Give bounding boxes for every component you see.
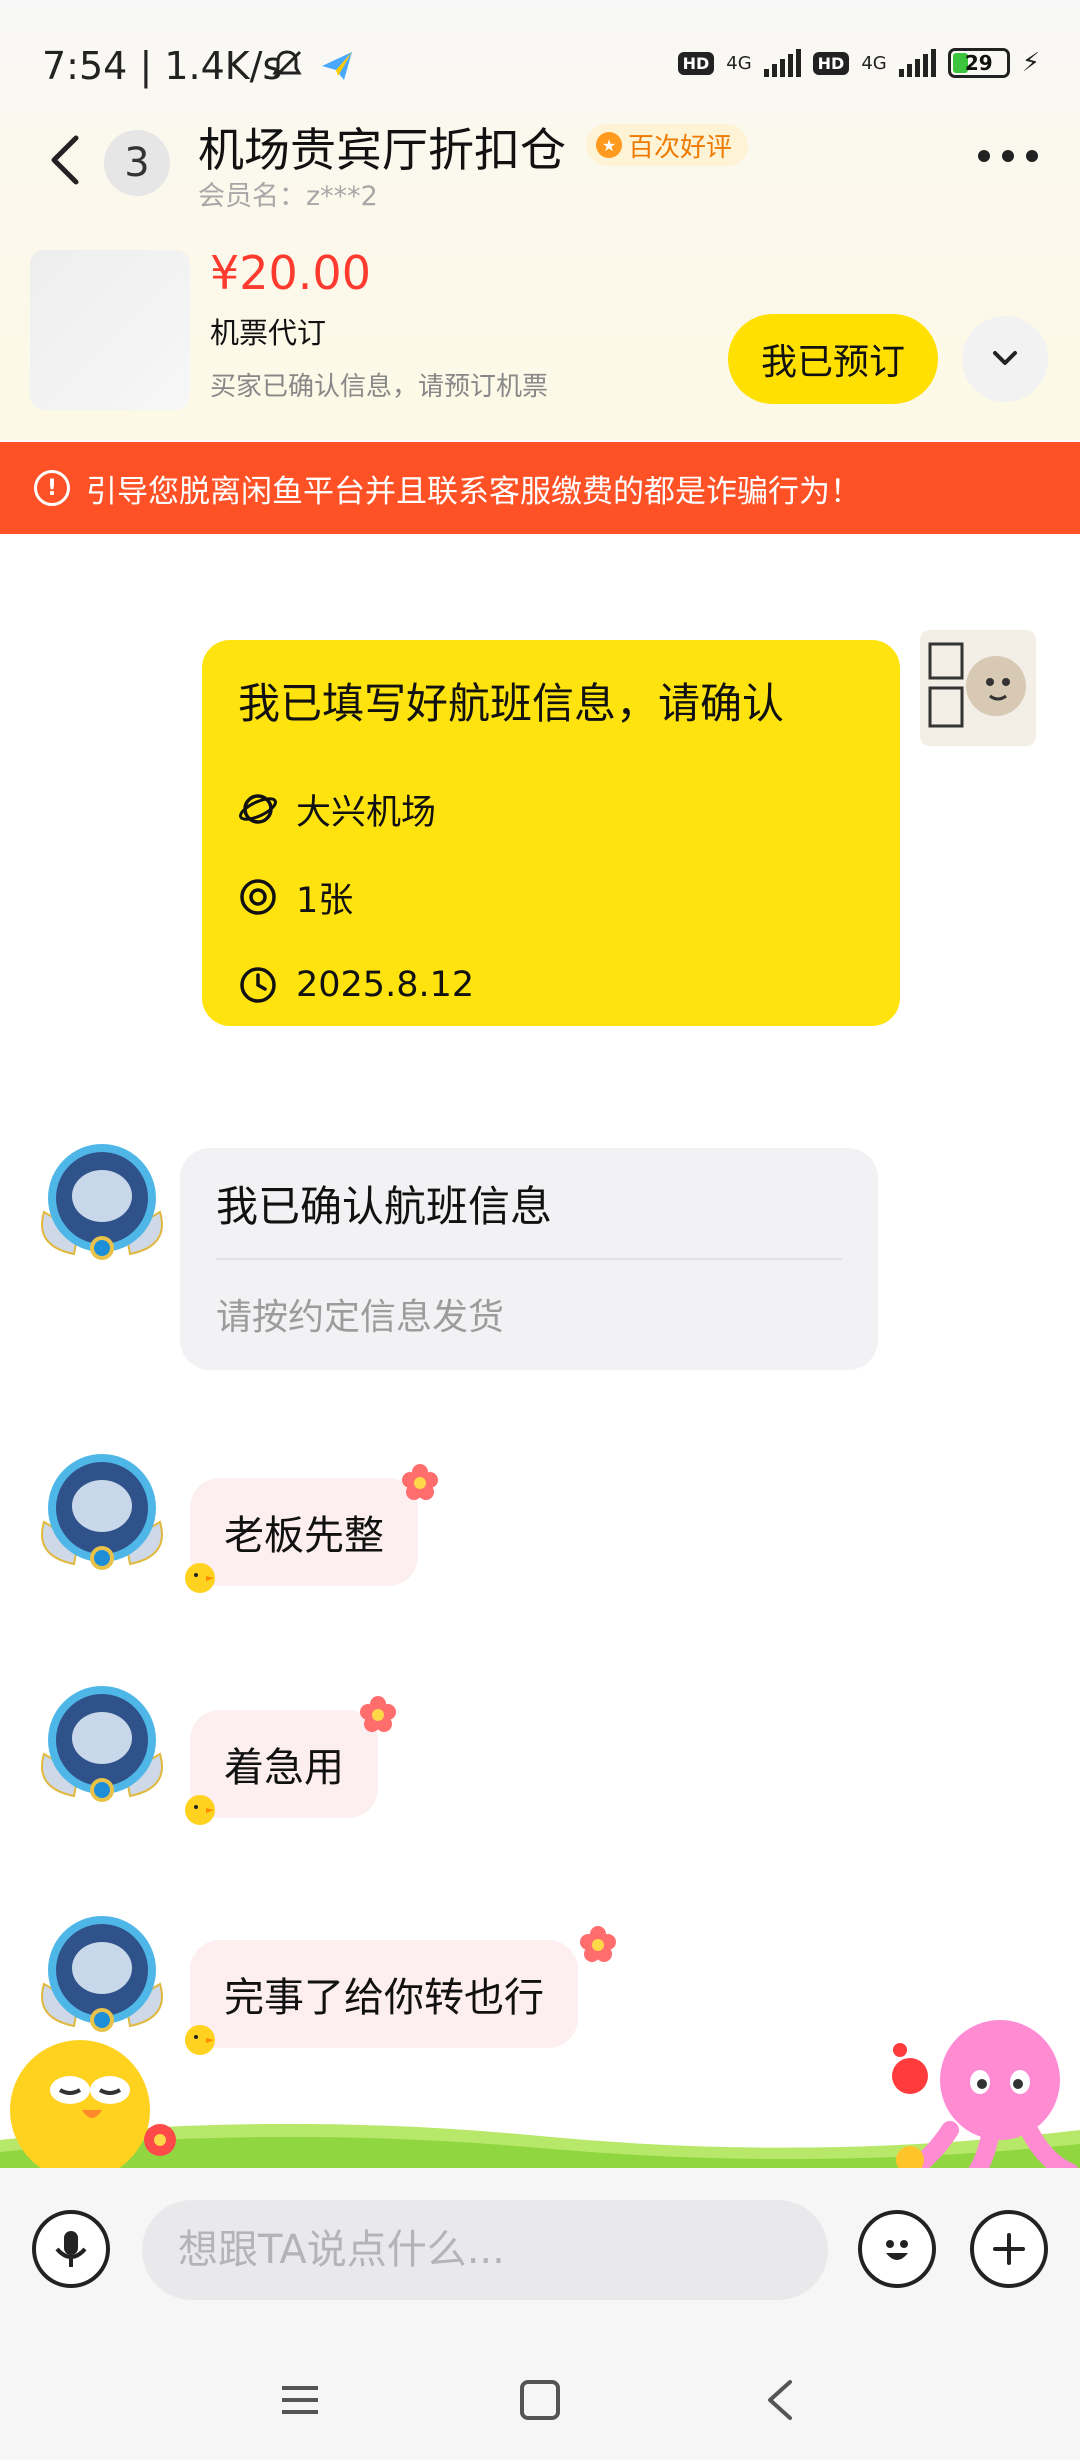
battery-icon: 29 [947,48,1010,78]
mic-icon [55,2231,87,2267]
network-type: 4G [861,52,887,74]
clock-text: 7:54 [42,44,128,88]
more-button[interactable] [978,150,1038,162]
exclamation-circle-icon: ! [34,470,70,506]
date-row: 2025.8.12 [238,941,864,1029]
confirmation-title: 我已确认航班信息 [216,1148,842,1260]
flight-card-title: 我已填写好航班信息，请确认 [238,679,785,728]
square-icon [520,2380,560,2420]
booked-button[interactable]: 我已预订 [728,314,938,404]
status-time: 7:54 | 1.4K/s [42,44,283,88]
network-type: 4G [726,52,752,74]
unread-count-badge: 3 [104,130,170,196]
recent-apps-button[interactable] [270,2372,330,2428]
avatar-image [920,630,1036,746]
planet-icon [239,794,277,824]
chat-title: 机场贵宾厅折扣仓 [198,123,566,177]
message-input-bar [0,2168,1080,2340]
emoji-button[interactable] [858,2210,936,2288]
avatar-image [41,1454,163,1570]
seller-avatar[interactable] [34,1136,170,1272]
hd-badge: HD [677,51,715,75]
my-avatar[interactable] [920,630,1036,746]
battery-level: 29 [964,51,993,75]
home-button[interactable] [510,2372,570,2428]
flower-icon [358,1694,398,1734]
thumbs-up-icon: ★ [596,132,622,158]
flower-icon [578,1924,618,1964]
airport-name: 大兴机场 [296,792,437,833]
fraud-warning-banner: ! 引导您脱离闲鱼平台并且联系客服缴费的都是诈骗行为！ [0,442,1080,534]
status-bar: 7:54 | 1.4K/s HD 4G HD 4G 29 ⚡ [0,0,1080,130]
chick-icon [180,1788,220,1828]
back-button[interactable] [44,128,88,192]
bell-off-icon [272,50,302,80]
avatar-image [41,1144,163,1260]
target-icon [240,879,276,915]
avatar-image [41,1686,163,1802]
message-bubble[interactable]: 老板先整 [190,1478,418,1586]
smile-icon [886,2240,908,2260]
chevron-down-icon [993,351,1017,365]
voice-button[interactable] [32,2210,110,2288]
message-bubble[interactable]: 完事了给你转也行 [190,1940,578,2048]
tickets-row: 1张 [238,853,864,941]
more-actions-button[interactable] [970,2210,1048,2288]
system-back-button[interactable] [750,2372,810,2428]
back-triangle-icon [768,2380,792,2420]
product-name: 机票代订 [210,316,327,350]
praise-badge[interactable]: ★ 百次好评 [586,124,749,166]
seller-avatar[interactable] [34,1446,170,1582]
menu-icon [282,2386,318,2414]
message-input[interactable] [142,2200,828,2300]
chick-icon [180,1556,220,1596]
more-dots-icon [978,150,990,162]
signal-icon [898,49,936,77]
member-name: 会员名：z***2 [198,181,378,212]
chevron-left-icon [51,135,79,185]
system-indicators: HD 4G HD 4G 29 ⚡ [677,48,1040,78]
system-navigation-bar [0,2340,1080,2460]
warning-text: 引导您脱离闲鱼平台并且联系客服缴费的都是诈骗行为！ [86,473,861,510]
praise-badge-label: 百次好评 [628,132,733,163]
app-notification-icon [322,52,352,80]
flight-info-card[interactable]: 我已填写好航班信息，请确认 大兴机场 1张 2025.8.12 [202,640,900,1026]
expand-button[interactable] [962,316,1048,402]
sun-mascot-decoration [10,2040,176,2180]
charging-icon: ⚡ [1021,48,1040,78]
clock-icon [240,967,276,1003]
net-speed: 1.4K/s [164,44,283,88]
notification-icons [268,46,358,84]
hd-badge: HD [812,51,850,75]
plus-icon [993,2233,1025,2265]
airport-row: 大兴机场 [238,765,864,853]
seller-avatar[interactable] [34,1678,170,1814]
product-price: ¥20.00 [210,246,371,300]
confirmation-subtitle: 请按约定信息发货 [216,1297,505,1338]
ticket-count: 1张 [296,880,354,921]
confirmation-card[interactable]: 我已确认航班信息 请按约定信息发货 [180,1148,878,1370]
product-thumbnail[interactable] [30,250,190,410]
octopus-mascot-decoration [892,2020,1079,2180]
flight-date: 2025.8.12 [296,965,475,1005]
chick-icon [180,2018,220,2058]
signal-icon [763,49,801,77]
order-status-hint: 买家已确认信息，请预订机票 [210,372,549,402]
flower-icon [400,1462,440,1502]
